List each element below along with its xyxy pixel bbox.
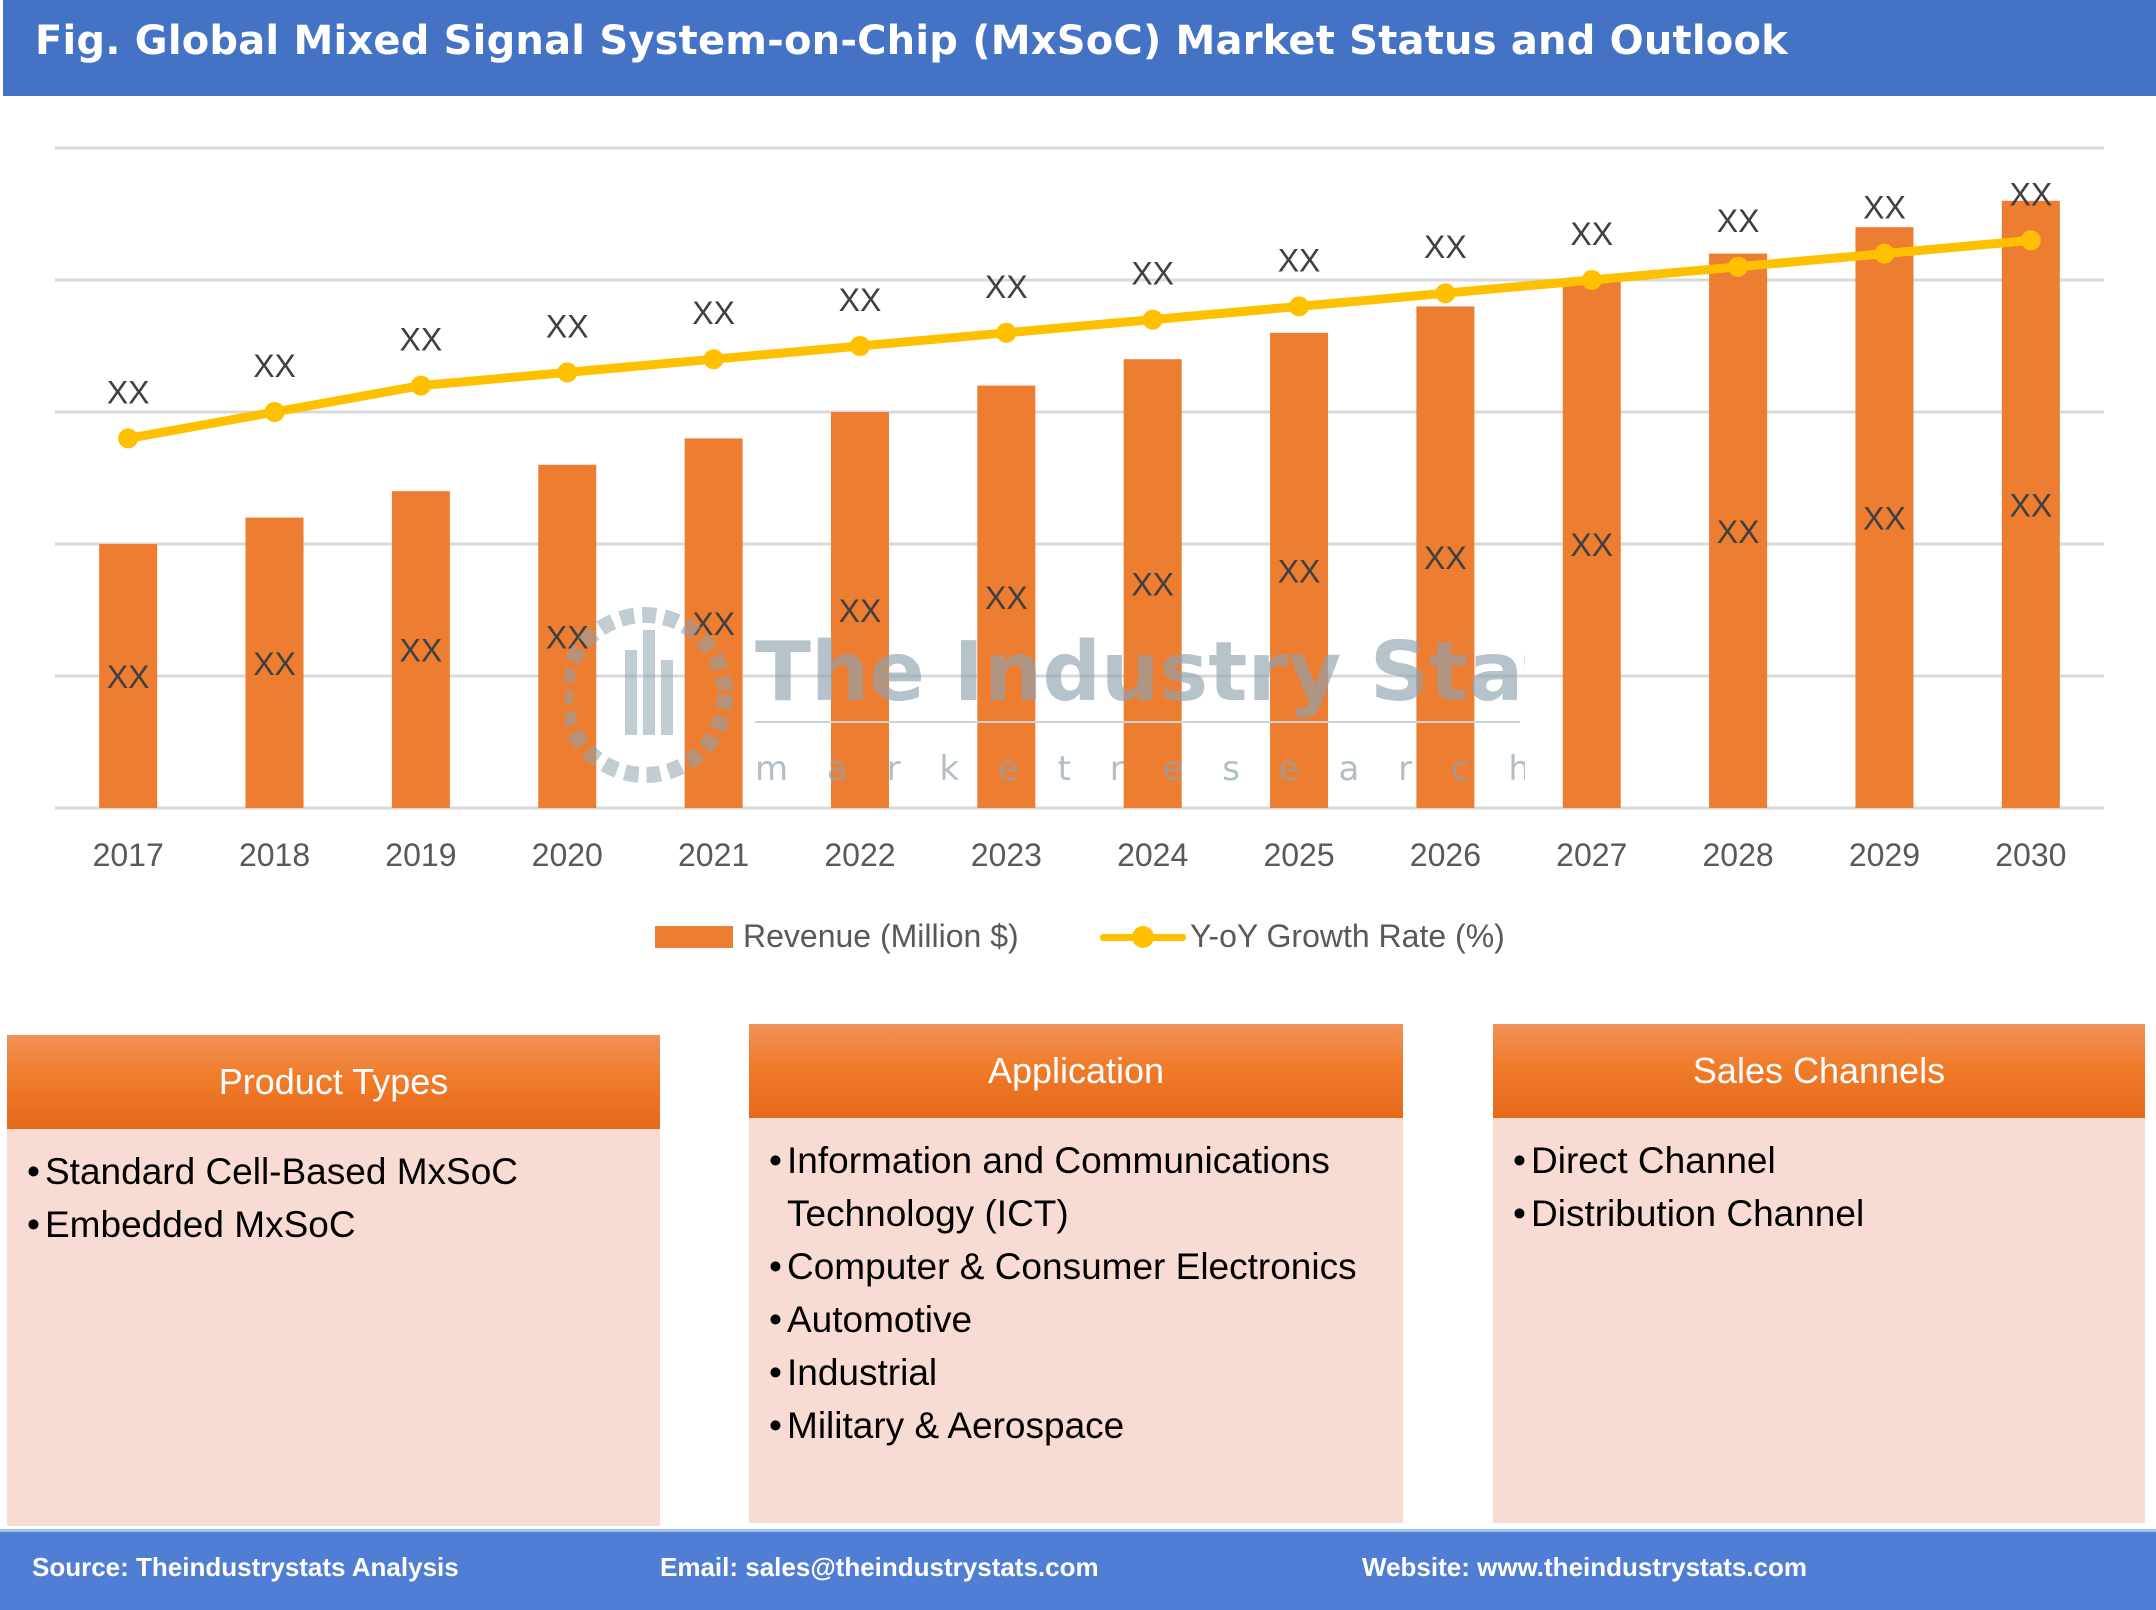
page-title: Fig. Global Mixed Signal System-on-Chip … <box>35 18 1788 64</box>
data-label-growth: XX <box>1278 242 1321 278</box>
list-item: Direct Channel <box>1513 1134 2125 1187</box>
list-item: Computer & Consumer Electronics <box>769 1240 1383 1293</box>
data-label-growth: XX <box>2009 176 2052 212</box>
point-growth-2025 <box>1289 296 1310 317</box>
footer-website[interactable]: Website: www.theindustrystats.com <box>1362 1552 1807 1583</box>
application-list: Information and Communications Technolog… <box>769 1134 1383 1452</box>
data-label-revenue: XX <box>400 633 443 669</box>
product-types-header: Product Types <box>7 1035 660 1129</box>
x-tick-label: 2017 <box>93 837 164 873</box>
point-growth-2018 <box>264 402 285 422</box>
legend-swatch-line <box>1100 925 1186 948</box>
x-tick-label: 2026 <box>1410 837 1481 873</box>
data-label-growth: XX <box>1424 229 1467 265</box>
legend-label-growth: Y-oY Growth Rate (%) <box>1190 918 1505 954</box>
data-label-revenue: XX <box>107 659 150 695</box>
point-growth-2020 <box>557 362 578 383</box>
data-label-revenue: XX <box>2009 487 2052 523</box>
x-tick-label: 2018 <box>239 837 310 873</box>
data-label-revenue: XX <box>1424 540 1467 576</box>
data-label-revenue: XX <box>1131 567 1174 603</box>
product-types-list: Standard Cell-Based MxSoCEmbedded MxSoC <box>27 1145 640 1251</box>
list-item: Standard Cell-Based MxSoC <box>27 1145 640 1198</box>
chart-legend: Revenue (Million $) Y-oY Growth Rate (%) <box>0 918 2156 962</box>
footer-email[interactable]: Email: sales@theindustrystats.com <box>660 1552 1099 1583</box>
sales-channels-box: Sales Channels Direct ChannelDistributio… <box>1493 1024 2145 1523</box>
x-tick-label: 2020 <box>532 837 603 873</box>
data-label-growth: XX <box>1570 216 1613 252</box>
list-item: Military & Aerospace <box>769 1399 1383 1452</box>
x-tick-label: 2019 <box>385 837 456 873</box>
application-header: Application <box>749 1024 1403 1118</box>
data-label-growth: XX <box>692 295 735 331</box>
point-growth-2019 <box>410 375 431 396</box>
footer: Source: Theindustrystats Analysis Email:… <box>0 1529 2156 1610</box>
data-label-revenue: XX <box>253 646 296 682</box>
point-growth-2022 <box>849 336 870 356</box>
point-growth-2017 <box>118 428 139 449</box>
list-item: Information and Communications Technolog… <box>769 1134 1383 1240</box>
x-tick-label: 2027 <box>1556 837 1627 873</box>
data-label-revenue: XX <box>985 580 1028 616</box>
data-label-growth: XX <box>400 322 443 358</box>
sales-channels-list: Direct ChannelDistribution Channel <box>1513 1134 2125 1240</box>
data-label-revenue: XX <box>1717 514 1760 550</box>
data-label-revenue: XX <box>1863 501 1906 537</box>
data-label-growth: XX <box>985 269 1028 305</box>
data-label-growth: XX <box>839 282 882 318</box>
footer-source: Source: Theindustrystats Analysis <box>32 1552 459 1582</box>
data-label-revenue: XX <box>1278 553 1321 589</box>
title-bar: Fig. Global Mixed Signal System-on-Chip … <box>3 0 2156 96</box>
legend-item-revenue: Revenue (Million $) <box>655 918 1019 955</box>
sales-channels-header: Sales Channels <box>1493 1024 2145 1118</box>
data-label-revenue: XX <box>1570 527 1613 563</box>
point-growth-2021 <box>703 349 724 370</box>
x-tick-label: 2030 <box>1995 837 2066 873</box>
x-tick-label: 2029 <box>1849 837 1920 873</box>
legend-label-revenue: Revenue (Million $) <box>743 918 1019 954</box>
data-label-growth: XX <box>1131 256 1174 292</box>
x-tick-label: 2025 <box>1263 837 1334 873</box>
list-item: Automotive <box>769 1293 1383 1346</box>
data-label-growth: XX <box>253 348 296 384</box>
point-growth-2030 <box>2020 230 2041 251</box>
list-item: Industrial <box>769 1346 1383 1399</box>
x-tick-label: 2024 <box>1117 837 1188 873</box>
point-growth-2024 <box>1142 309 1163 330</box>
data-label-revenue: XX <box>546 619 589 655</box>
list-item: Embedded MxSoC <box>27 1198 640 1251</box>
x-tick-label: 2022 <box>824 837 895 873</box>
product-types-box: Product Types Standard Cell-Based MxSoCE… <box>7 1035 660 1526</box>
point-growth-2028 <box>1728 256 1749 277</box>
list-item: Distribution Channel <box>1513 1187 2125 1240</box>
data-label-growth: XX <box>107 374 150 410</box>
point-growth-2026 <box>1435 283 1456 304</box>
application-box: Application Information and Communicatio… <box>749 1024 1403 1523</box>
data-label-revenue: XX <box>839 593 882 629</box>
data-label-growth: XX <box>546 308 589 344</box>
data-label-growth: XX <box>1863 190 1906 226</box>
point-growth-2029 <box>1874 243 1895 264</box>
legend-swatch-bar <box>655 925 733 948</box>
legend-item-growth: Y-oY Growth Rate (%) <box>1100 918 1505 955</box>
point-growth-2023 <box>996 322 1017 343</box>
chart: XX XX XX XX XX XX XX XX XX XX XX XX XX XX XX XX XX XX XX XX… <box>55 146 2104 873</box>
x-tick-label: 2023 <box>971 837 1042 873</box>
x-tick-label: 2021 <box>678 837 749 873</box>
x-tick-label: 2028 <box>1703 837 1774 873</box>
data-label-revenue: XX <box>692 606 735 642</box>
data-label-growth: XX <box>1717 203 1760 239</box>
point-growth-2027 <box>1581 270 1602 290</box>
